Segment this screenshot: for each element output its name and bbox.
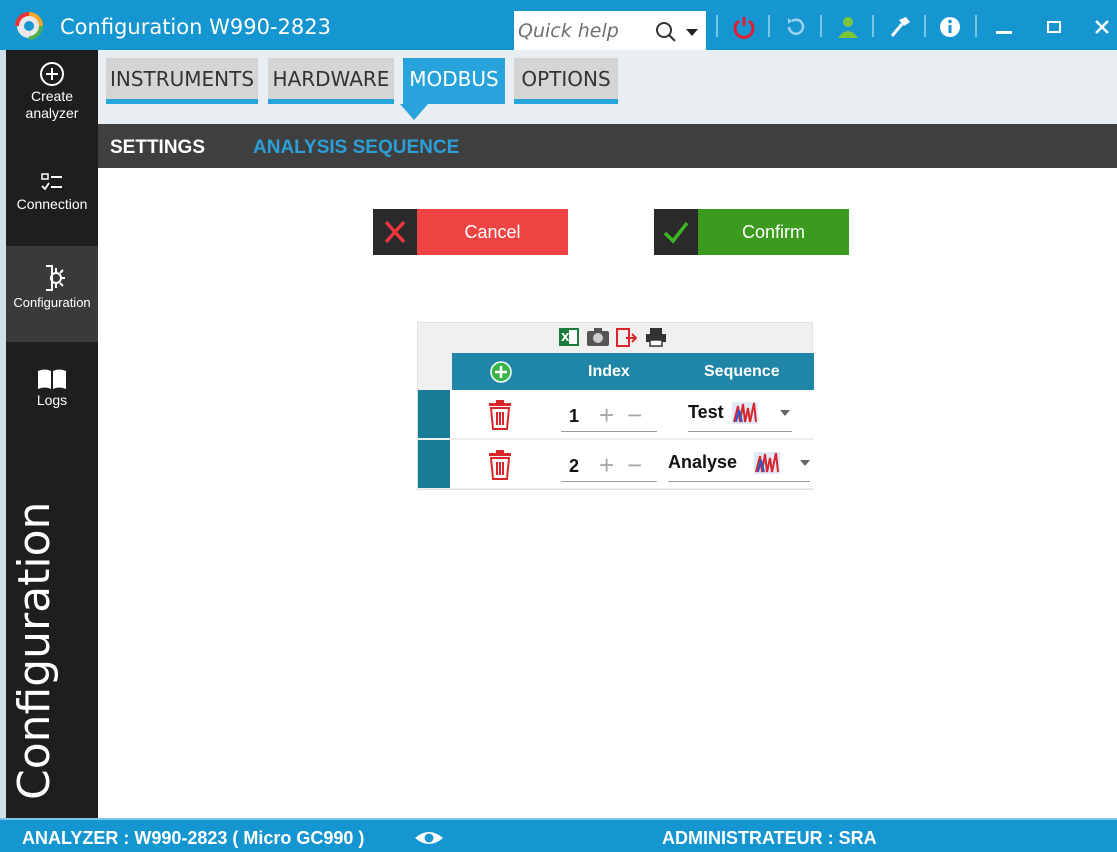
cancel-button-label: Cancel <box>417 209 568 255</box>
confirm-button[interactable]: Confirm <box>654 209 849 255</box>
column-header-sequence: Sequence <box>704 363 780 380</box>
tab-strip: INSTRUMENTS HARDWARE MODBUS OPTIONS <box>98 50 1117 124</box>
sidebar-item-label: Create <box>30 88 74 104</box>
title-bar: Configuration W990-2823 <box>0 0 1117 51</box>
tab-modbus[interactable]: MODBUS <box>403 58 505 104</box>
sidebar-item-label: Logs <box>36 392 68 408</box>
sidebar-item-label: Connection <box>16 196 88 212</box>
increment-icon[interactable]: + <box>599 450 614 481</box>
table-row[interactable]: 1 + − Test <box>418 390 814 438</box>
minimize-icon[interactable] <box>990 14 1018 40</box>
tab-options[interactable]: OPTIONS <box>514 58 618 104</box>
confirm-button-label: Confirm <box>698 209 849 255</box>
close-icon[interactable] <box>1088 14 1116 40</box>
toolbar-separator <box>975 15 977 37</box>
toolbar-separator <box>768 15 770 37</box>
chevron-down-icon[interactable] <box>680 20 704 44</box>
chromatogram-icon <box>732 402 758 424</box>
toolbar-separator <box>924 15 926 37</box>
table-header: Index Sequence <box>452 353 814 390</box>
sequence-table: X Index Sequence 1 + − Test 2 + − Analys… <box>417 322 814 490</box>
add-row-icon[interactable] <box>490 361 512 383</box>
sequence-value: Analyse <box>668 452 738 472</box>
chevron-down-icon[interactable] <box>800 460 810 466</box>
quick-help-box <box>514 11 706 51</box>
decrement-icon[interactable]: − <box>627 450 642 481</box>
column-header-index: Index <box>588 363 630 380</box>
subtab-analysis-sequence[interactable]: ANALYSIS SEQUENCE <box>253 137 459 159</box>
tab-instruments[interactable]: INSTRUMENTS <box>106 58 258 104</box>
cancel-icon-box <box>373 209 417 255</box>
decrement-icon[interactable]: − <box>627 400 642 431</box>
gear-config-icon <box>46 265 65 291</box>
sidebar-item-label: analyzer <box>25 105 79 121</box>
sidebar-item-label: Configuration <box>13 295 91 310</box>
quick-help-input[interactable] <box>518 17 633 45</box>
tab-hardware[interactable]: HARDWARE <box>268 58 394 104</box>
active-tab-pointer <box>400 104 428 120</box>
index-stepper[interactable]: 1 + − <box>561 396 657 432</box>
power-icon[interactable] <box>730 14 758 40</box>
status-bar: ANALYZER : W990-2823 ( Micro GC990 ) ADM… <box>0 818 1117 852</box>
info-icon[interactable] <box>936 14 964 40</box>
camera-icon[interactable] <box>586 326 610 348</box>
trash-icon[interactable] <box>487 450 513 480</box>
index-value: 1 <box>569 406 580 426</box>
confirm-icon-box <box>654 209 698 255</box>
excel-icon[interactable]: X <box>558 326 580 348</box>
export-icon[interactable] <box>614 326 638 348</box>
sidebar-item-logs[interactable]: Logs <box>6 366 98 436</box>
window-title: Configuration W990-2823 <box>60 15 331 39</box>
toolbar-separator <box>872 15 874 37</box>
book-icon <box>38 369 66 389</box>
trash-icon[interactable] <box>487 400 513 430</box>
section-vertical-title: Configuration <box>9 501 60 800</box>
cancel-button[interactable]: Cancel <box>373 209 568 255</box>
row-selector[interactable] <box>418 440 450 488</box>
subtab-settings[interactable]: SETTINGS <box>110 137 205 159</box>
hammer-icon[interactable] <box>886 14 914 40</box>
table-row[interactable]: 2 + − Analyse <box>418 440 814 488</box>
row-selector[interactable] <box>418 390 450 438</box>
toolbar-separator <box>820 15 822 37</box>
sequence-select[interactable]: Analyse <box>668 446 810 482</box>
chevron-down-icon[interactable] <box>780 410 790 416</box>
sidebar-item-connection[interactable]: Connection <box>6 170 98 240</box>
sub-navigation: SETTINGS ANALYSIS SEQUENCE <box>98 124 1117 168</box>
sequence-select[interactable]: Test <box>688 396 792 432</box>
sidebar-item-create-analyzer[interactable]: Create analyzer <box>6 60 98 150</box>
index-stepper[interactable]: 2 + − <box>561 446 657 482</box>
toolbar-separator <box>716 15 718 37</box>
sidebar-item-configuration[interactable]: Configuration <box>6 246 98 342</box>
svg-text:X: X <box>561 331 570 344</box>
sidebar: Create analyzer Connection Configuration… <box>0 50 98 818</box>
user-icon[interactable] <box>834 14 862 40</box>
app-logo-icon <box>15 12 43 40</box>
index-value: 2 <box>569 456 580 476</box>
close-x-icon <box>384 220 406 244</box>
increment-icon[interactable]: + <box>599 400 614 431</box>
checklist-icon <box>41 173 62 191</box>
checkmark-icon <box>663 221 689 244</box>
chromatogram-icon <box>754 452 780 474</box>
maximize-icon[interactable] <box>1040 14 1068 40</box>
restart-icon[interactable] <box>782 14 810 40</box>
user-status: ADMINISTRATEUR : SRA <box>662 828 877 848</box>
print-icon[interactable] <box>644 326 668 348</box>
analyzer-status: ANALYZER : W990-2823 ( Micro GC990 ) <box>22 828 365 848</box>
sequence-value: Test <box>688 402 724 422</box>
search-icon[interactable] <box>654 20 678 44</box>
plus-circle-icon <box>40 62 64 86</box>
eye-icon[interactable] <box>414 829 444 847</box>
